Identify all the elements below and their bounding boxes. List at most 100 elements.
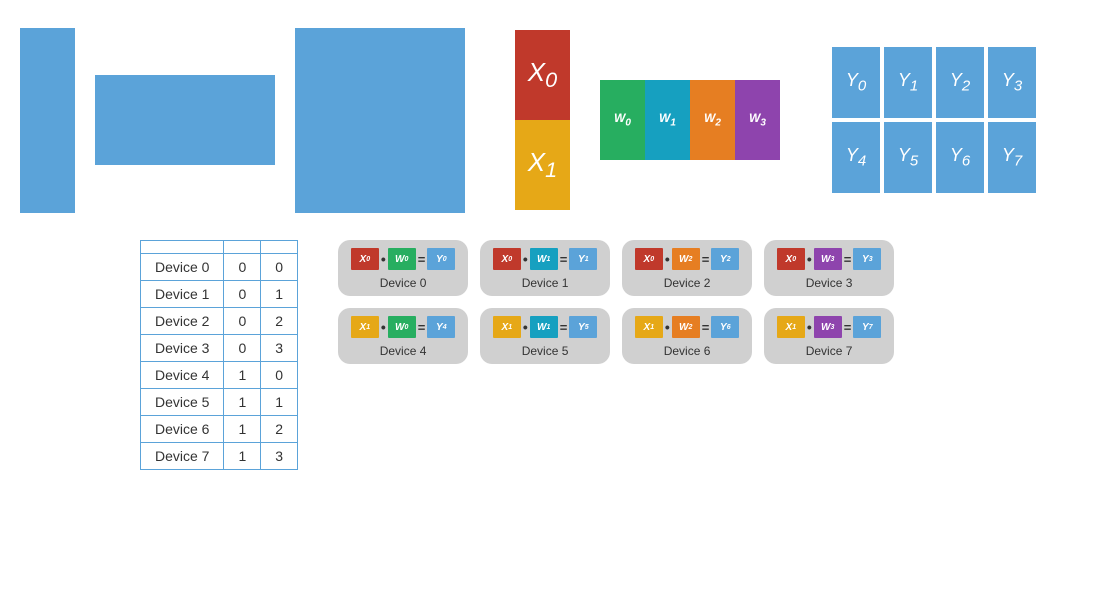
w-block [95,75,275,165]
device-col2: 1 [224,443,261,470]
table-row: Device 5 1 1 [141,389,298,416]
mini-y-block: Y0 [427,248,455,270]
mini-y-block: Y5 [569,316,597,338]
eq-operator: = [844,320,852,335]
table-row: Device 4 1 0 [141,362,298,389]
device-card-label: Device 2 [664,276,711,290]
device-card: X1•W1=Y5 Device 5 [480,308,610,364]
device-card-formula: X1•W3=Y7 [777,316,882,338]
device-card-formula: X0•W0=Y0 [351,248,456,270]
device-label: Device 4 [141,362,224,389]
eq-operator: = [560,252,568,267]
w-parts: W0 W1 W2 W3 [600,75,780,165]
mini-w-block: W2 [672,316,700,338]
y6-cell: Y6 [934,120,986,195]
device-col3: 3 [261,335,298,362]
table-row: Device 3 0 3 [141,335,298,362]
device-col2: 1 [224,362,261,389]
mini-w-block: W2 [672,248,700,270]
mini-w-block: W1 [530,248,558,270]
device-label: Device 0 [141,254,224,281]
y5-cell: Y5 [882,120,934,195]
w1-block: W1 [645,80,690,160]
device-cards-container: X0•W0=Y0Device 0X0•W1=Y1Device 1X0•W2=Y2… [338,240,894,364]
mini-x-block: X1 [493,316,521,338]
device-card: X1•W2=Y6Device 6 [622,308,752,364]
device-card-label: Device 5 [522,344,569,358]
top-row: X0 X1 W0 W1 W2 W3 Y0 Y1 Y2 [10,10,1097,220]
device-card: X1•W0=Y4Device 4 [338,308,468,364]
device-label: Device 3 [141,335,224,362]
device-card: X0•W0=Y0Device 0 [338,240,468,296]
device-col3: 0 [261,362,298,389]
device-card: X0•W1=Y1Device 1 [480,240,610,296]
eq-operator: = [702,252,710,267]
device-card-label: Device 6 [664,344,711,358]
device-col2: 0 [224,281,261,308]
w3-block: W3 [735,80,780,160]
mini-w-block: W3 [814,248,842,270]
mini-x-block: X0 [777,248,805,270]
device-card-formula: X0•W2=Y2 [635,248,740,270]
device-card-formula: X0•W1=Y1 [493,248,598,270]
table-header-2 [224,241,261,254]
device-card: X0•W2=Y2 Device 2 [622,240,752,296]
y-grid: Y0 Y1 Y2 Y3 Y4 Y5 Y6 Y7 [830,45,1038,195]
device-label: Device 5 [141,389,224,416]
dot-operator: • [381,251,386,267]
w3-label: W3 [749,111,766,128]
w2-label: W2 [704,111,721,128]
y0-cell: Y0 [830,45,882,120]
y7-cell: Y7 [986,120,1038,195]
w2-block: W2 [690,80,735,160]
dot-operator: • [523,251,528,267]
device-card-formula: X1•W1=Y5 [493,316,598,338]
mini-x-block: X0 [493,248,521,270]
device-col3: 3 [261,443,298,470]
w0-block: W0 [600,80,645,160]
mini-x-block: X1 [777,316,805,338]
device-table: Device 0 0 0Device 1 0 1Device 2 0 2Devi… [140,240,298,470]
mini-y-block: Y2 [711,248,739,270]
mini-y-block: Y1 [569,248,597,270]
device-card-label: Device 7 [806,344,853,358]
x0-label: X0 [528,57,557,93]
mini-w-block: W0 [388,248,416,270]
device-card-formula: X1•W0=Y4 [351,316,456,338]
device-label: Device 1 [141,281,224,308]
x0-block: X0 [515,30,570,120]
device-col3: 1 [261,281,298,308]
main-container: X0 X1 W0 W1 W2 W3 Y0 Y1 Y2 [0,0,1107,613]
w0-label: W0 [614,111,631,128]
dot-operator: • [807,319,812,335]
table-row: Device 2 0 2 [141,308,298,335]
table-row: Device 6 1 2 [141,416,298,443]
device-label: Device 6 [141,416,224,443]
device-card: X1•W3=Y7 Device 7 [764,308,894,364]
eq-operator: = [844,252,852,267]
bottom-row: Device 0 0 0Device 1 0 1Device 2 0 2Devi… [10,220,1097,470]
y-block [295,28,465,213]
device-table-body: Device 0 0 0Device 1 0 1Device 2 0 2Devi… [141,254,298,470]
table-row: Device 0 0 0 [141,254,298,281]
device-col2: 0 [224,308,261,335]
table-header-4 [261,241,298,254]
mini-y-block: Y7 [853,316,881,338]
x-block [20,28,75,213]
table-row: Device 1 0 1 [141,281,298,308]
device-col2: 1 [224,389,261,416]
device-col3: 2 [261,416,298,443]
eq-operator: = [418,252,426,267]
eq-operator: = [702,320,710,335]
dot-operator: • [381,319,386,335]
device-col3: 0 [261,254,298,281]
device-col2: 0 [224,254,261,281]
y4-cell: Y4 [830,120,882,195]
dot-operator: • [807,251,812,267]
x1-block: X1 [515,120,570,210]
mini-x-block: X1 [635,316,663,338]
mini-y-block: Y4 [427,316,455,338]
mini-x-block: X1 [351,316,379,338]
device-row-2: X1•W0=Y4Device 4 X1•W1=Y5 Device 5 X1•W2=Y6… [338,308,894,364]
device-col3: 2 [261,308,298,335]
